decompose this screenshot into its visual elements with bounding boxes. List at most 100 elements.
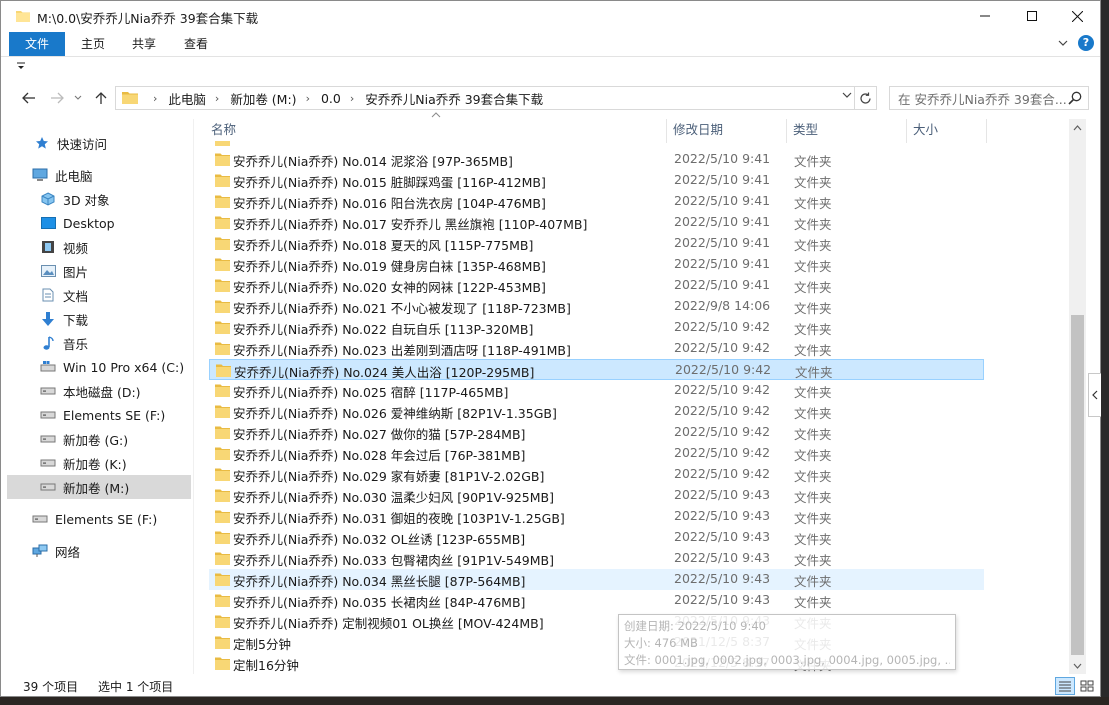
table-row[interactable]: 安乔乔儿(Nia乔乔) No.029 家有娇妻 [81P1V-2.02GB] 20… — [209, 464, 984, 485]
file-name: 安乔乔儿(Nia乔乔) No.031 御姐的夜晚 [103P1V-1.25GB] — [233, 511, 565, 526]
table-row[interactable]: 安乔乔儿(Nia乔乔) No.022 自玩自乐 [113P-320MB] 2022… — [209, 317, 984, 338]
file-name: 安乔乔儿(Nia乔乔) No.020 女神的网袜 [122P-453MB] — [233, 280, 546, 295]
file-date: 2022/5/10 9:41 — [674, 235, 771, 250]
table-row[interactable]: 安乔乔儿(Nia乔乔) No.027 做你的猫 [57P-284MB] 2022/… — [209, 422, 984, 443]
refresh-button[interactable] — [855, 86, 877, 110]
tab-file[interactable]: 文件 — [9, 32, 65, 56]
nav-item-downloads[interactable]: 下载 — [7, 307, 191, 331]
minimize-button[interactable] — [962, 1, 1008, 31]
nav-item-documents[interactable]: 文档 — [7, 283, 191, 307]
nav-item-pictures[interactable]: 图片 — [7, 259, 191, 283]
close-button[interactable] — [1054, 1, 1100, 31]
column-header-size[interactable]: 大小 — [907, 119, 987, 143]
pane-divider[interactable] — [193, 119, 194, 674]
file-date: 2022/5/10 9:43 — [674, 550, 771, 565]
drive-icon — [39, 455, 57, 471]
table-row[interactable]: 安乔乔儿(Nia乔乔) No.020 女神的网袜 [122P-453MB] 202… — [209, 275, 984, 296]
table-row[interactable]: 安乔乔儿(Nia乔乔) No.014 泥浆浴 [97P-365MB] 2022/5… — [209, 149, 984, 170]
nav-item-quick-access[interactable]: 快速访问 — [7, 131, 191, 155]
file-date: 2022/9/8 14:06 — [674, 298, 771, 313]
table-row[interactable]: 安乔乔儿(Nia乔乔) No.028 年会过后 [76P-381MB] 2022/… — [209, 443, 984, 464]
maximize-button[interactable] — [1009, 1, 1055, 31]
table-row[interactable]: 安乔乔儿(Nia乔乔) No.025 宿醉 [117P-465MB] 2022/5… — [209, 380, 984, 401]
nav-item-drive-d[interactable]: 本地磁盘 (D:) — [7, 379, 191, 403]
chevron-right-icon[interactable]: › — [215, 92, 219, 105]
scroll-down-arrow-icon[interactable] — [1069, 657, 1086, 674]
chevron-right-icon[interactable]: › — [306, 92, 310, 105]
table-row[interactable]: 安乔乔儿(Nia乔乔) No.017 安乔乔儿 黑丝旗袍 [110P-407MB… — [209, 212, 984, 233]
nav-item-drive-g[interactable]: 新加卷 (G:) — [7, 427, 191, 451]
details-view-icon[interactable] — [1055, 677, 1075, 695]
table-row[interactable]: 安乔乔儿(Nia乔乔) No.016 阳台洗衣房 [104P-476MB] 202… — [209, 191, 984, 212]
address-bar[interactable]: › 此电脑 › 新加卷 (M:) › 0.0 › 安乔乔儿Nia乔乔 39套合集… — [115, 86, 855, 110]
drive-icon — [39, 383, 57, 399]
file-date: 2022/5/10 9:42 — [674, 424, 771, 439]
nav-item-3d-objects[interactable]: 3D 对象 — [7, 187, 191, 211]
explorer-window: M:\0.0\安乔乔儿Nia乔乔 39套合集下载 文件 主页 共享 查看 ? ›… — [0, 0, 1102, 697]
nav-item-drive-m[interactable]: 新加卷 (M:) — [7, 475, 191, 499]
column-header-date[interactable]: 修改日期 — [667, 119, 787, 143]
table-row[interactable]: 安乔乔儿(Nia乔乔) No.021 不小心被发现了 [118P-723MB] 2… — [209, 296, 984, 317]
search-box[interactable]: 在 安乔乔儿Nia乔乔 39套合... — [889, 86, 1089, 110]
file-type: 文件夹 — [794, 406, 832, 421]
nav-item-drive-k[interactable]: 新加卷 (K:) — [7, 451, 191, 475]
breadcrumb-current-folder[interactable]: 安乔乔儿Nia乔乔 39套合集下载 — [365, 89, 543, 108]
file-name: 安乔乔儿(Nia乔乔) No.027 做你的猫 [57P-284MB] — [233, 427, 526, 442]
document-icon — [39, 287, 57, 303]
details-pane-toggle[interactable] — [1088, 373, 1102, 417]
table-row[interactable] — [209, 141, 984, 150]
nav-item-this-pc[interactable]: 此电脑 — [7, 163, 191, 187]
nav-item-music[interactable]: 音乐 — [7, 331, 191, 355]
breadcrumb-folder-00[interactable]: 0.0 — [321, 91, 341, 106]
file-type: 文件夹 — [794, 322, 832, 337]
back-button[interactable] — [19, 88, 39, 108]
breadcrumb-this-pc[interactable]: 此电脑 — [168, 89, 206, 108]
vertical-scrollbar[interactable] — [1069, 119, 1086, 674]
tab-home[interactable]: 主页 — [71, 32, 115, 56]
tab-share[interactable]: 共享 — [121, 32, 167, 56]
nav-item-desktop[interactable]: Desktop — [7, 211, 191, 235]
table-row[interactable]: 安乔乔儿(Nia乔乔) No.026 爱神维纳斯 [82P1V-1.35GB] 2… — [209, 401, 984, 422]
table-row[interactable]: 安乔乔儿(Nia乔乔) No.031 御姐的夜晚 [103P1V-1.25GB]… — [209, 506, 984, 527]
scrollbar-thumb[interactable] — [1071, 315, 1084, 655]
table-row[interactable]: 安乔乔儿(Nia乔乔) No.035 长裙肉丝 [84P-476MB] 2022/… — [209, 590, 984, 611]
nav-item-videos[interactable]: 视频 — [7, 235, 191, 259]
nav-item-elements-se[interactable]: Elements SE (F:) — [7, 507, 191, 531]
column-header-name[interactable]: 名称 — [205, 119, 667, 143]
desktop-background — [1101, 0, 1109, 705]
large-icons-view-icon[interactable] — [1077, 677, 1097, 695]
tab-view[interactable]: 查看 — [173, 32, 219, 56]
recent-locations-icon[interactable] — [71, 88, 85, 108]
help-icon[interactable]: ? — [1078, 35, 1094, 51]
table-row[interactable]: 安乔乔儿(Nia乔乔) No.023 出差刚到酒店呀 [118P-491MB] 2… — [209, 338, 984, 359]
folder-icon — [215, 383, 230, 400]
column-header-type[interactable]: 类型 — [787, 119, 907, 143]
table-row[interactable]: 安乔乔儿(Nia乔乔) No.015 脏脚踩鸡蛋 [116P-412MB] 202… — [209, 170, 984, 191]
table-row[interactable]: 安乔乔儿(Nia乔乔) No.032 OL丝诱 [123P-655MB] 2022… — [209, 527, 984, 548]
chevron-down-icon[interactable] — [842, 91, 852, 102]
file-name: 安乔乔儿(Nia乔乔) No.016 阳台洗衣房 [104P-476MB] — [233, 196, 546, 211]
scroll-up-arrow-icon[interactable] — [1069, 119, 1086, 136]
chevron-right-icon[interactable]: › — [350, 92, 354, 105]
nav-item-drive-c[interactable]: Win 10 Pro x64 (C:) — [7, 355, 191, 379]
nav-item-drive-f[interactable]: Elements SE (F:) — [7, 403, 191, 427]
folder-icon — [215, 404, 230, 421]
customize-toolbar-icon[interactable] — [17, 62, 25, 73]
up-button[interactable] — [91, 88, 111, 108]
table-row[interactable]: 安乔乔儿(Nia乔乔) No.030 温柔少妇风 [90P1V-925MB] 20… — [209, 485, 984, 506]
star-icon — [33, 135, 51, 151]
nav-item-network[interactable]: 网络 — [7, 539, 191, 563]
table-row[interactable]: 安乔乔儿(Nia乔乔) No.034 黑丝长腿 [87P-564MB] 2022/… — [209, 569, 984, 590]
table-row[interactable]: 安乔乔儿(Nia乔乔) No.024 美人出浴 [120P-295MB] 2022… — [209, 359, 984, 380]
table-row[interactable]: 安乔乔儿(Nia乔乔) No.018 夏天的风 [115P-775MB] 2022… — [209, 233, 984, 254]
forward-button[interactable] — [47, 88, 67, 108]
navigation-pane: 快速访问 此电脑 3D 对象 Desktop 视频 图片 文档 下载 音乐 Wi… — [7, 119, 193, 674]
expand-ribbon-icon[interactable] — [1058, 36, 1068, 50]
table-row[interactable]: 安乔乔儿(Nia乔乔) No.019 健身房白袜 [135P-468MB] 202… — [209, 254, 984, 275]
breadcrumb-drive-m[interactable]: 新加卷 (M:) — [230, 89, 296, 108]
file-type: 文件夹 — [795, 365, 833, 380]
search-icon[interactable] — [1068, 91, 1082, 108]
table-row[interactable]: 安乔乔儿(Nia乔乔) No.033 包臀裙肉丝 [91P1V-549MB] 20… — [209, 548, 984, 569]
folder-icon — [16, 9, 30, 25]
video-icon — [39, 239, 57, 255]
